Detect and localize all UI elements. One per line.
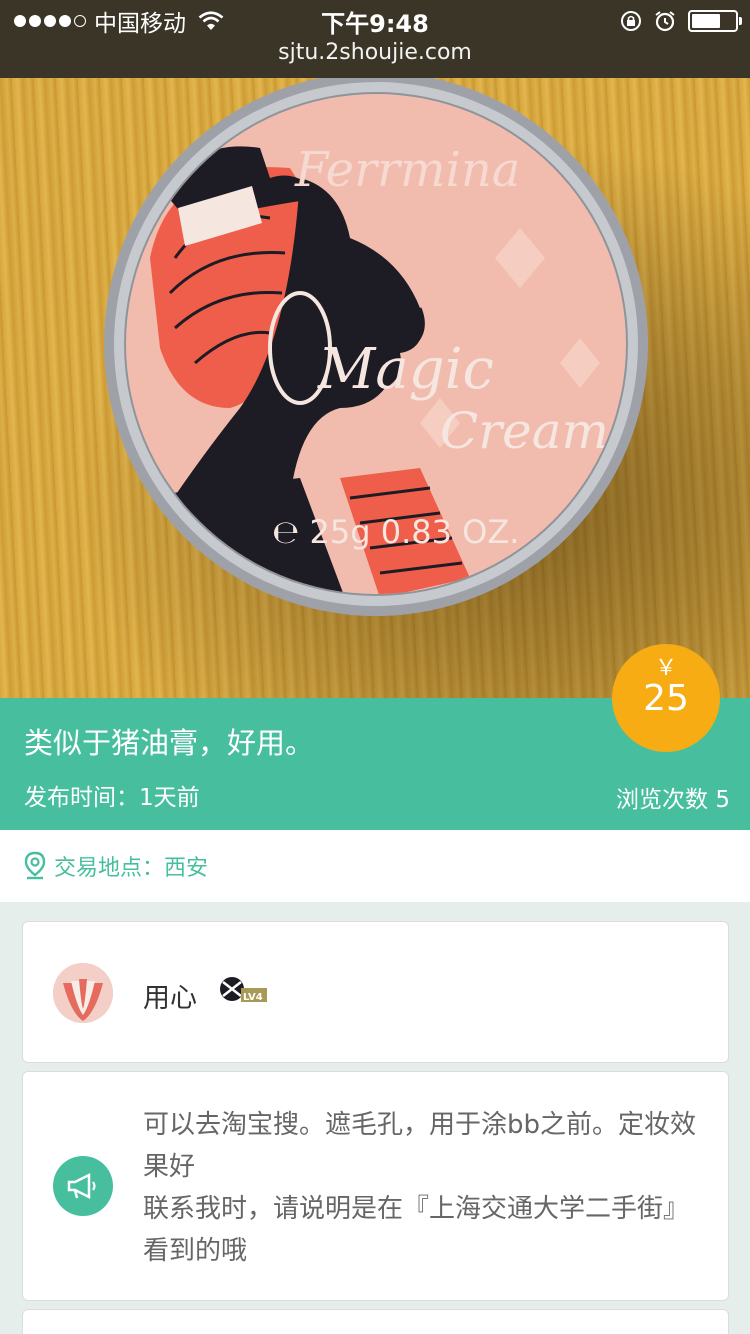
contact-note: 联系我时，请说明是在『上海交通大学二手街』看到的哦 [143,1194,690,1266]
location-pin-icon [24,851,46,880]
next-card [22,1309,729,1334]
seller-card[interactable]: 用心 LV4 [22,921,729,1063]
price-badge: ￥ 25 [612,644,720,752]
trade-location: 交易地点：西安 [0,830,750,902]
description-card: 可以去淘宝搜。遮毛孔，用于涂bb之前。定妆效果好 联系我时，请说明是在『上海交通… [22,1071,729,1301]
product-name-line1: Magic [317,337,494,402]
brand-text: Ferrmina [294,142,520,198]
battery-icon [688,10,742,32]
product-name-line2: Cream [440,402,609,460]
item-title: 类似于猪油膏，好用。 [24,726,315,760]
price-value: 25 [643,678,689,719]
location-text: 交易地点：西安 [54,856,209,881]
address-url[interactable]: sjtu.2shoujie.com [0,40,750,65]
product-weight: ℮ 25g 0.83 OZ. [272,513,519,551]
description-text: 可以去淘宝搜。遮毛孔，用于涂bb之前。定妆效果好 联系我时，请说明是在『上海交通… [143,1104,713,1272]
publish-time: 发布时间：1天前 [24,785,200,811]
rotation-lock-icon [621,11,641,31]
megaphone-icon [53,1156,113,1216]
product-photo: Ferrmina Magic Cream ℮ 25g 0.83 OZ. [104,78,648,616]
browser-top-bar: 中国移动 下午9:48 sjtu.2shoujie.com [0,0,750,78]
seller-level: LV4 [243,992,263,1003]
avatar[interactable] [53,963,113,1023]
description-line: 可以去淘宝搜。遮毛孔，用于涂bb之前。定妆效果好 [143,1110,697,1182]
status-right [620,6,742,36]
product-image-carousel[interactable]: Ferrmina Magic Cream ℮ 25g 0.83 OZ. [0,78,750,698]
view-count: 浏览次数 5 [616,787,730,813]
seller-name: 用心 [143,983,197,1014]
level-badge-icon: LV4 [220,977,267,1003]
alarm-icon [655,11,675,32]
